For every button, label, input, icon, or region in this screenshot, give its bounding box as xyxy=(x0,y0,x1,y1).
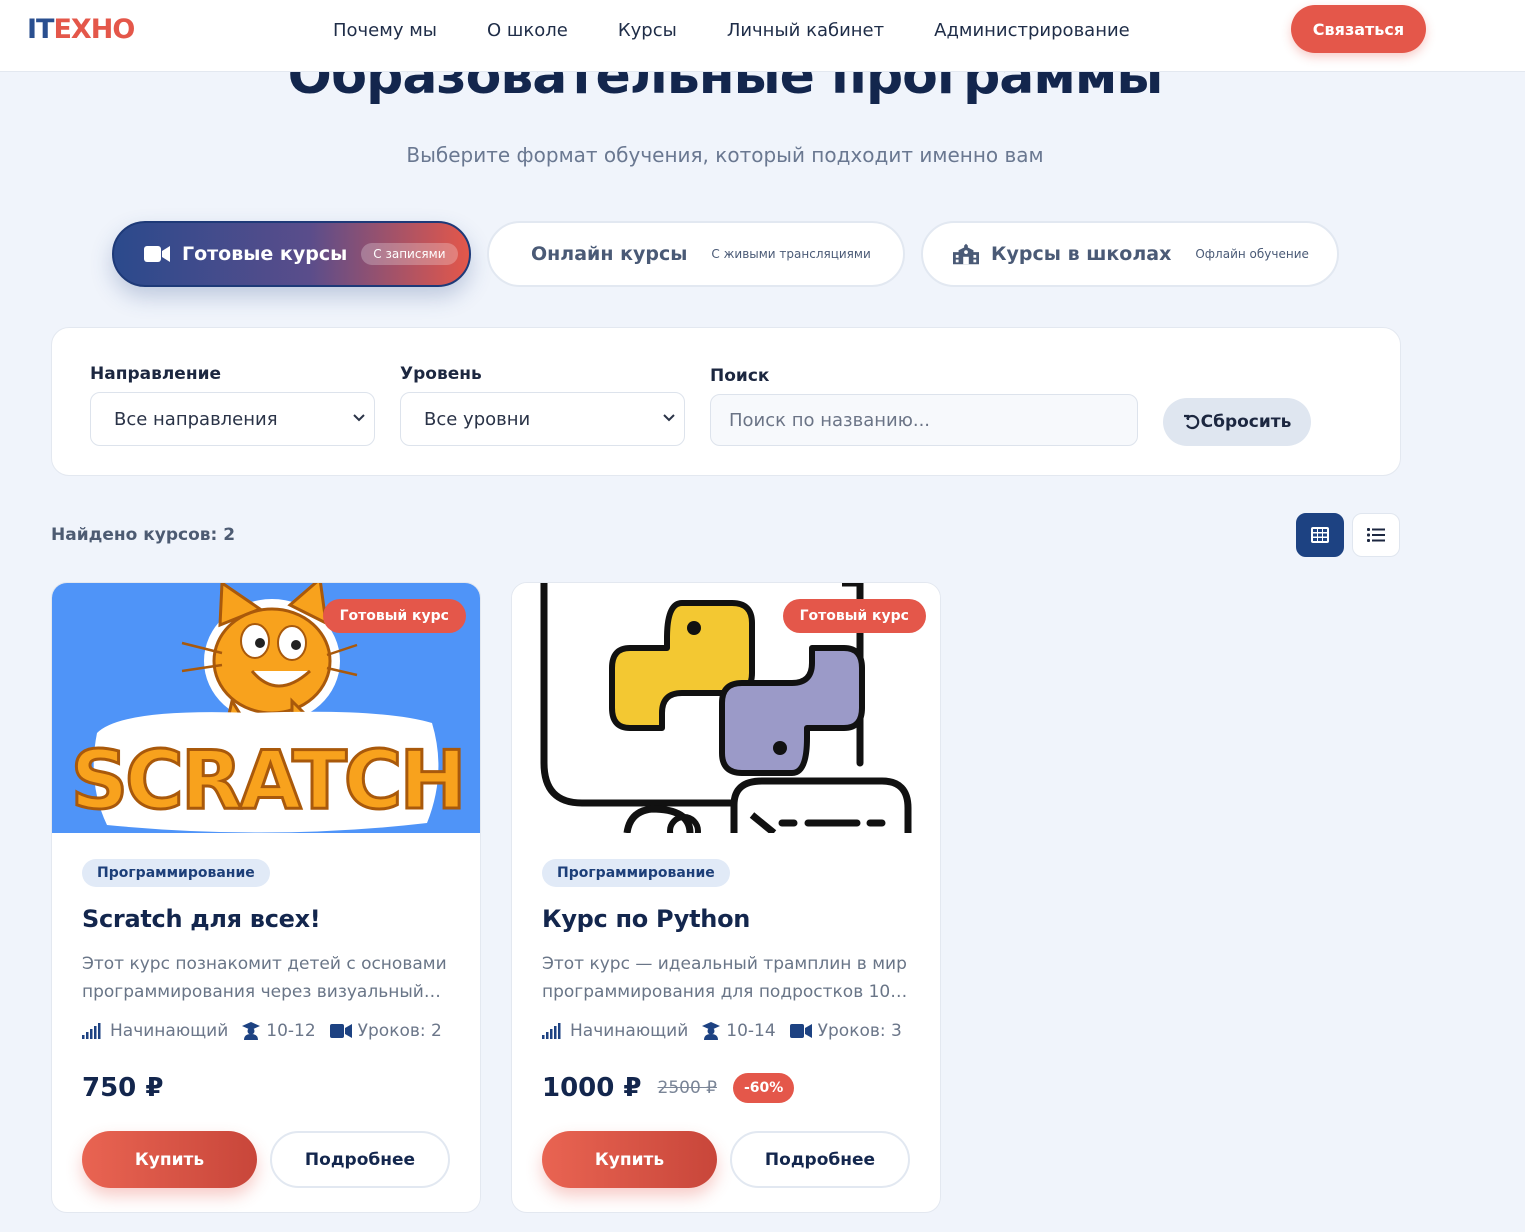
lessons-meta: Уроков: 2 xyxy=(329,1021,442,1041)
chevron-down-icon xyxy=(663,414,675,422)
age-text: 10-12 xyxy=(266,1021,316,1041)
course-description-line: Этот курс познакомит детей с основами xyxy=(82,954,447,974)
found-count: Найдено курсов: 2 xyxy=(51,525,236,545)
course-title[interactable]: Scratch для всех! xyxy=(82,905,321,933)
tab-sublabel: С живыми трансляциями xyxy=(711,247,871,261)
course-meta: Начинающий 10-14 Уроков: 3 xyxy=(542,1021,916,1041)
reset-icon xyxy=(1183,414,1199,430)
level-select-value: Все уровни xyxy=(424,408,531,430)
age-meta: 10-14 xyxy=(702,1021,776,1041)
category-tag: Программирование xyxy=(542,859,730,887)
school-building-icon xyxy=(953,243,979,265)
discount-badge: -60% xyxy=(733,1073,795,1103)
tab-ready-courses[interactable]: Готовые курсы С записями xyxy=(112,221,471,287)
grid-icon xyxy=(1311,527,1329,543)
details-button[interactable]: Подробнее xyxy=(730,1131,910,1188)
direction-select-value: Все направления xyxy=(114,408,278,430)
age-text: 10-14 xyxy=(726,1021,776,1041)
svg-text:SCRATCH: SCRATCH xyxy=(71,734,464,827)
tab-sublabel: Офлайн обучение xyxy=(1195,247,1309,261)
top-header: ITЕХНО Почему мы О школе Курсы Личный ка… xyxy=(0,0,1525,72)
filter-panel: Направление Все направления Уровень Все … xyxy=(51,327,1401,476)
tab-label: Курсы в школах xyxy=(991,243,1172,265)
course-description-line: программирования через визуальный… xyxy=(82,982,441,1002)
level-text: Начинающий xyxy=(570,1021,689,1041)
course-description: Этот курс — идеальный трамплин в мир про… xyxy=(542,950,912,1006)
course-image-python: Готовый курс xyxy=(512,583,940,833)
video-camera-icon xyxy=(789,1024,812,1038)
search-input[interactable] xyxy=(710,394,1138,446)
price-row: 750 ₽ xyxy=(82,1073,163,1103)
graduate-icon xyxy=(702,1022,721,1040)
main-nav: Почему мы О школе Курсы Личный кабинет А… xyxy=(333,20,1180,42)
level-label: Уровень xyxy=(400,364,482,384)
video-camera-icon xyxy=(144,243,170,265)
graduate-icon xyxy=(242,1022,261,1040)
logo-part-techno: ЕХНО xyxy=(53,14,135,45)
search-label: Поиск xyxy=(710,366,770,386)
tab-online-courses[interactable]: Онлайн курсы С живыми трансляциями xyxy=(487,221,905,287)
level-select[interactable]: Все уровни xyxy=(400,392,685,446)
course-meta: Начинающий 10-12 Уроков: 2 xyxy=(82,1021,456,1041)
chevron-down-icon xyxy=(353,414,365,422)
page-subtitle: Выберите формат обучения, который подход… xyxy=(406,143,1044,167)
signal-bars-icon xyxy=(542,1023,561,1039)
course-price: 750 ₽ xyxy=(82,1073,164,1103)
tab-sublabel: С записями xyxy=(361,243,458,265)
signal-bars-icon xyxy=(82,1023,101,1039)
list-view-button[interactable] xyxy=(1352,513,1400,557)
ready-course-badge: Готовый курс xyxy=(322,599,466,633)
lessons-text: Уроков: 3 xyxy=(817,1021,902,1041)
nav-personal-account[interactable]: Личный кабинет xyxy=(727,20,884,42)
video-camera-icon xyxy=(329,1024,352,1038)
contact-button[interactable]: Связаться xyxy=(1291,5,1426,53)
old-price: 2500 ₽ xyxy=(657,1078,717,1098)
ready-course-badge: Готовый курс xyxy=(782,599,926,633)
nav-about-school[interactable]: О школе xyxy=(487,20,568,42)
age-meta: 10-12 xyxy=(242,1021,316,1041)
reset-label: Сбросить xyxy=(1200,412,1292,432)
lessons-text: Уроков: 2 xyxy=(357,1021,442,1041)
buy-button[interactable]: Купить xyxy=(82,1131,257,1188)
logo-part-it: IT xyxy=(27,14,54,45)
course-card-scratch: SCRATCH Готовый курс Программирование Sc… xyxy=(51,582,481,1213)
details-button[interactable]: Подробнее xyxy=(270,1131,450,1188)
reset-button[interactable]: Сбросить xyxy=(1163,398,1311,446)
tab-label: Готовые курсы xyxy=(182,243,348,265)
course-card-python: Готовый курс Программирование Курс по Py… xyxy=(511,582,941,1213)
level-meta: Начинающий xyxy=(82,1021,228,1041)
direction-select[interactable]: Все направления xyxy=(90,392,375,446)
nav-why-us[interactable]: Почему мы xyxy=(333,20,437,42)
direction-label: Направление xyxy=(90,364,222,384)
tab-label: Онлайн курсы xyxy=(531,243,688,265)
level-meta: Начинающий xyxy=(542,1021,688,1041)
grid-view-button[interactable] xyxy=(1296,513,1344,557)
category-tag: Программирование xyxy=(82,859,270,887)
course-description: Этот курс познакомит детей с основами пр… xyxy=(82,950,452,1006)
course-description-line: Этот курс — идеальный трамплин в мир xyxy=(542,954,907,974)
site-logo[interactable]: ITЕХНО xyxy=(27,14,135,45)
level-text: Начинающий xyxy=(110,1021,229,1041)
tab-school-courses[interactable]: Курсы в школах Офлайн обучение xyxy=(921,221,1339,287)
buy-button[interactable]: Купить xyxy=(542,1131,717,1188)
nav-courses[interactable]: Курсы xyxy=(618,20,677,42)
course-title[interactable]: Курс по Python xyxy=(542,905,750,933)
course-description-line: программирования для подростков 10–… xyxy=(542,982,912,1002)
lessons-meta: Уроков: 3 xyxy=(789,1021,902,1041)
nav-administration[interactable]: Администрирование xyxy=(934,20,1130,42)
price-row: 1000 ₽ 2500 ₽ -60% xyxy=(542,1073,795,1103)
course-image-scratch: SCRATCH Готовый курс xyxy=(52,583,480,833)
list-icon xyxy=(1367,528,1385,542)
course-price: 1000 ₽ xyxy=(542,1073,642,1103)
